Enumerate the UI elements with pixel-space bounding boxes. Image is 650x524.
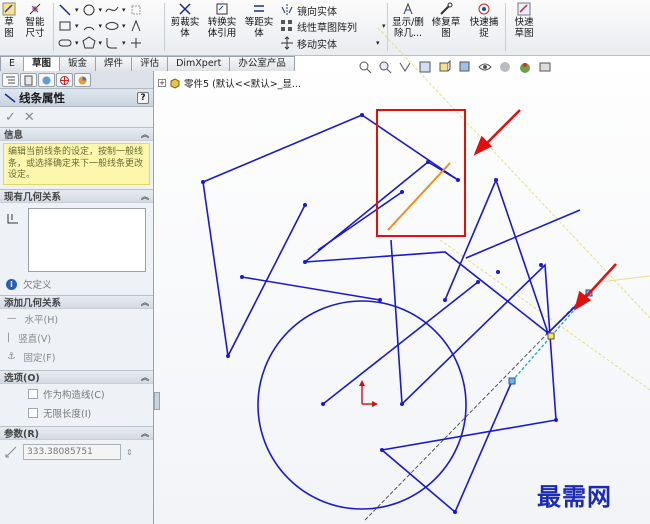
display-manager-tab[interactable] (74, 73, 91, 87)
fixed-icon: ⚓ (7, 351, 16, 362)
display-pie-icon (78, 76, 87, 84)
property-manager-tab[interactable] (20, 73, 37, 87)
yellow-inference-line-mid (439, 239, 650, 391)
property-manager-panel: 线条属性 ? ✓ ✕ 信息 ︽ 编辑当前线条的设定，按制一般线条，或选择确定来下… (0, 71, 154, 524)
line-inner-diag[interactable] (444, 179, 497, 301)
line-mid-right[interactable] (304, 251, 549, 334)
feature-manager-tab[interactable] (2, 73, 19, 87)
property-manager-title-bar: 线条属性 ? (0, 89, 153, 107)
vertical-label: 竖直(V) (18, 333, 52, 345)
configuration-icon (42, 76, 51, 84)
collapse-chevron-icon[interactable]: ︽ (141, 428, 149, 439)
horizontal-icon: — (7, 313, 17, 324)
horizontal-label: 水平(H) (24, 314, 59, 326)
watermark-text: 最需网 (537, 482, 612, 511)
dimxpert-manager-tab[interactable] (56, 73, 73, 87)
crosshair-icon (60, 75, 69, 85)
line-far-right[interactable] (465, 209, 581, 259)
relation-list-icon (7, 214, 18, 224)
line-short-diag[interactable] (317, 191, 403, 251)
collapse-chevron-icon[interactable]: ︽ (141, 372, 149, 383)
selected-line[interactable] (387, 162, 451, 231)
length-input[interactable]: 333.38085751 (23, 444, 121, 460)
definition-status: i 欠定义 (6, 277, 52, 291)
info-icon: i (6, 278, 17, 290)
info-message-box: 编辑当前线条的设定，按制一般线条，或选择确定来下一般线条更改设定。 (3, 143, 150, 185)
under-defined-label: 欠定义 (23, 280, 52, 291)
sketch-lines[interactable] (202, 114, 590, 514)
existing-relations-title: 现有几何关系 (4, 192, 62, 203)
spinner-icon[interactable]: ⇕ (126, 448, 133, 457)
arrow-top-head (473, 135, 493, 156)
collapse-chevron-icon[interactable]: ︽ (141, 297, 149, 308)
option-construction[interactable]: 作为构造线(C) (0, 384, 153, 403)
info-message-text: 编辑当前线条的设定，按制一般线条，或选择确定来下一般线条更改设定。 (8, 147, 144, 180)
arrow-top (483, 109, 521, 147)
options-header[interactable]: 选项(O) ︽ (0, 370, 153, 384)
option-infinite-length[interactable]: 无限长度(I) (0, 403, 153, 422)
help-button[interactable]: ? (137, 91, 149, 104)
construction-label: 作为构造线(C) (43, 389, 105, 401)
midpoint-handle[interactable] (547, 332, 555, 340)
cancel-button[interactable]: ✕ (24, 110, 35, 125)
ok-cancel-row: ✓ ✕ (0, 107, 153, 127)
parameters-title: 参数(R) (4, 429, 39, 440)
options-title: 选项(O) (4, 373, 40, 384)
infinite-length-checkbox[interactable] (28, 407, 38, 418)
sketch-origin (359, 380, 378, 407)
arrow-bottom (582, 263, 617, 301)
solidworks-window: 草图 智能尺寸 ▾ ▾ ▾ ▾ ▾ ▾ ▾ ▾ ▾ 剪裁实体 转换实体引用 等距… (0, 0, 650, 524)
relation-fixed[interactable]: ⚓ 固定(F) (0, 347, 153, 366)
endpoint-handle-bottom[interactable] (508, 377, 516, 385)
add-relations-header[interactable]: 添加几何关系 ︽ (0, 295, 153, 309)
property-icon (24, 75, 33, 85)
info-section-header[interactable]: 信息 ︽ (0, 127, 153, 141)
existing-relations-header[interactable]: 现有几何关系 ︽ (0, 189, 153, 203)
fixed-label: 固定(F) (23, 352, 56, 364)
collapse-chevron-icon[interactable]: ︽ (141, 191, 149, 202)
highlight-box (376, 109, 466, 237)
property-manager-title: 线条属性 (19, 90, 65, 105)
length-parameter-row: 333.38085751 ⇕ (0, 440, 153, 464)
sketch-points (201, 113, 558, 514)
info-section-title: 信息 (4, 130, 24, 141)
relation-horizontal[interactable]: — 水平(H) (0, 309, 153, 328)
sketch-circle[interactable] (257, 300, 467, 510)
vertical-icon: | (7, 332, 11, 343)
collapse-chevron-icon[interactable]: ︽ (141, 129, 149, 140)
yellow-inference-line-top (377, 27, 650, 319)
parameters-header[interactable]: 参数(R) ︽ (0, 426, 153, 440)
existing-relations-list[interactable] (28, 208, 146, 272)
infinite-length-label: 无限长度(I) (43, 408, 92, 420)
yellow-inference-line-right (599, 275, 650, 283)
feature-tree-icon (6, 76, 15, 83)
existing-relations-body: i 欠定义 (0, 203, 153, 293)
configuration-manager-tab[interactable] (38, 73, 55, 87)
ok-button[interactable]: ✓ (5, 110, 16, 125)
panel-tab-bar (0, 71, 153, 89)
length-icon (5, 446, 17, 458)
line-properties-icon (4, 92, 16, 103)
panel-collapse-handle[interactable] (154, 392, 160, 410)
relation-vertical[interactable]: | 竖直(V) (0, 328, 153, 347)
add-relations-title: 添加几何关系 (4, 298, 62, 309)
construction-checkbox[interactable] (28, 388, 38, 399)
